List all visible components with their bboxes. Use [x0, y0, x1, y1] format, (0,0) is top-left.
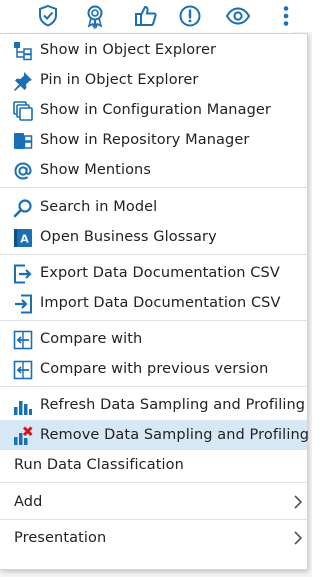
menu-item-compare-previous[interactable]: Compare with previous version — [0, 354, 307, 384]
menu-item-label: Add — [14, 494, 43, 510]
menu-separator — [0, 386, 307, 387]
menu-item-label: Compare with — [40, 331, 143, 347]
eye-icon[interactable] — [225, 3, 251, 29]
toolbar — [0, 0, 312, 32]
menu-item-label: Export Data Documentation CSV — [40, 265, 280, 281]
menu-item-label: Presentation — [14, 530, 107, 546]
menu-item-refresh-data-sampling[interactable]: Refresh Data Sampling and Profiling — [0, 390, 307, 420]
search-icon — [13, 198, 33, 218]
menu-item-remove-data-sampling[interactable]: Remove Data Sampling and Profiling — [0, 420, 310, 450]
menu-item-label: Remove Data Sampling and Profiling — [40, 427, 310, 443]
menu-item-label: Run Data Classification — [14, 457, 184, 473]
menu-item-open-business-glossary[interactable]: A Open Business Glossary — [0, 222, 307, 252]
menu-item-label: Show in Repository Manager — [40, 132, 250, 148]
menu-separator — [0, 320, 307, 321]
menu-item-compare-with[interactable]: Compare with — [0, 324, 307, 354]
more-vertical-icon[interactable] — [273, 3, 299, 29]
menu-item-run-data-classification[interactable]: Run Data Classification — [0, 450, 307, 480]
alert-circle-icon[interactable] — [177, 3, 203, 29]
menu-item-label: Show in Configuration Manager — [40, 102, 271, 118]
at-sign-icon — [13, 161, 33, 181]
menu-item-label: Open Business Glossary — [40, 229, 217, 245]
export-icon — [13, 264, 33, 284]
pin-icon — [13, 71, 33, 91]
bar-chart-icon — [13, 396, 33, 416]
context-menu: Show in Object Explorer Pin in Object Ex… — [0, 33, 310, 570]
menu-separator — [0, 254, 307, 255]
menu-item-show-object-explorer[interactable]: Show in Object Explorer — [0, 35, 307, 65]
menu-item-show-repository-manager[interactable]: Show in Repository Manager — [0, 125, 307, 155]
object-explorer-icon — [13, 41, 33, 61]
chevron-right-icon — [293, 494, 303, 510]
compare-icon — [13, 330, 33, 350]
menu-separator — [0, 187, 307, 188]
menu-separator — [0, 482, 307, 483]
menu-item-presentation[interactable]: Presentation — [0, 523, 307, 553]
business-glossary-icon: A — [13, 228, 33, 248]
remove-bar-chart-icon — [13, 426, 33, 446]
menu-item-pin-object-explorer[interactable]: Pin in Object Explorer — [0, 65, 307, 95]
award-ribbon-icon[interactable] — [82, 3, 108, 29]
menu-item-add[interactable]: Add — [0, 487, 307, 517]
configuration-manager-icon — [13, 101, 33, 121]
menu-item-label: Search in Model — [40, 199, 158, 215]
menu-item-label: Compare with previous version — [40, 361, 269, 377]
chevron-right-icon — [293, 530, 303, 546]
repository-manager-icon — [13, 131, 33, 151]
svg-text:A: A — [20, 233, 29, 246]
menu-item-search-in-model[interactable]: Search in Model — [0, 192, 307, 222]
menu-item-import-csv[interactable]: Import Data Documentation CSV — [0, 288, 307, 318]
menu-item-export-csv[interactable]: Export Data Documentation CSV — [0, 258, 307, 288]
menu-item-label: Pin in Object Explorer — [40, 72, 199, 88]
menu-item-show-configuration-manager[interactable]: Show in Configuration Manager — [0, 95, 307, 125]
menu-item-label: Show Mentions — [40, 162, 151, 178]
import-icon — [13, 294, 33, 314]
thumbs-up-icon[interactable] — [133, 3, 159, 29]
menu-item-label: Refresh Data Sampling and Profiling — [40, 397, 306, 413]
menu-item-show-mentions[interactable]: Show Mentions — [0, 155, 307, 185]
menu-item-label: Show in Object Explorer — [40, 42, 217, 58]
compare-icon — [13, 360, 33, 380]
shield-check-icon[interactable] — [35, 3, 61, 29]
menu-separator — [0, 519, 307, 520]
menu-item-label: Import Data Documentation CSV — [40, 295, 281, 311]
